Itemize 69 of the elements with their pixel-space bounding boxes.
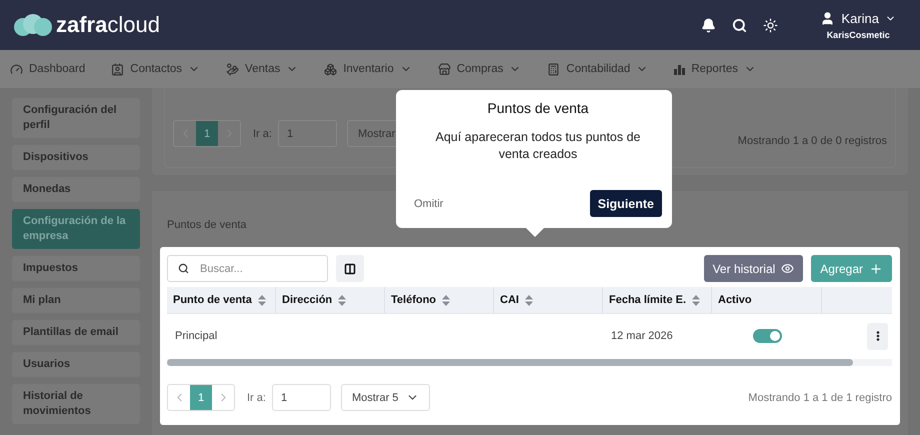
column-header[interactable]: Fecha límite E.	[603, 287, 712, 314]
sidebar-item[interactable]: Configuración de la empresa	[12, 209, 140, 249]
columns-button[interactable]	[336, 255, 364, 282]
go-to-label: Ir a:	[247, 392, 266, 404]
contacts-icon	[111, 62, 124, 76]
user-name[interactable]: Karina	[841, 10, 879, 26]
notification-bell-icon[interactable]	[701, 18, 716, 32]
plus-icon	[869, 262, 883, 276]
cloud-logo-icon	[14, 14, 52, 36]
inventory-icon	[324, 62, 338, 76]
sales-icon	[226, 62, 240, 76]
sort-icon[interactable]	[692, 294, 700, 306]
horizontal-scrollbar[interactable]	[167, 359, 853, 366]
table-cell-text: Principal	[174, 329, 218, 344]
nav-menu-item[interactable]: Contabilidad	[547, 62, 674, 76]
columns-icon	[344, 262, 356, 274]
history-button[interactable]: Ver historial	[704, 255, 804, 282]
column-header[interactable]: Punto de venta	[167, 287, 276, 314]
sidebar-item[interactable]: Historial de movimientos	[12, 384, 140, 424]
column-header[interactable]: Dirección	[276, 287, 385, 314]
dashboard-icon	[10, 62, 23, 76]
sidebar-item[interactable]: Plantillas de email	[12, 320, 140, 345]
go-to-page-field[interactable]: 1	[278, 120, 337, 147]
sidebar-item[interactable]: Impuestos	[12, 256, 140, 281]
company-name: KarisCosmetic	[826, 30, 890, 40]
eye-icon	[781, 262, 794, 275]
popover-text: Aquí apareceran todos tus puntos de venta creados	[434, 129, 642, 163]
logo-text: zafracloud	[56, 12, 160, 38]
popover-title: Puntos de venta	[487, 100, 589, 116]
active-toggle[interactable]	[752, 329, 782, 343]
sidebar-item[interactable]: Mi plan	[12, 288, 140, 313]
page-number-button[interactable]: 1	[190, 385, 212, 410]
column-header[interactable]: Teléfono	[385, 287, 494, 314]
bar-chart-icon	[674, 64, 686, 74]
nav-menu-item[interactable]: Ventas	[226, 62, 324, 76]
add-button[interactable]: Agregar	[811, 255, 892, 282]
nav-menu-item[interactable]: Inventario	[324, 62, 438, 76]
sidebar-item[interactable]: Monedas	[12, 177, 140, 202]
purchases-icon	[438, 62, 451, 76]
column-header: Activo	[712, 287, 822, 314]
sort-icon[interactable]	[258, 294, 266, 306]
go-to-page-field[interactable]: 1	[272, 384, 331, 411]
section-title: Puntos de venta	[167, 219, 247, 231]
nav-menu-item[interactable]: Contactos	[111, 62, 226, 76]
user-icon[interactable]	[820, 10, 836, 26]
sort-icon[interactable]	[338, 294, 346, 306]
sidebar-item[interactable]: Configuración del perfil	[12, 98, 140, 138]
page-size-dropdown[interactable]: Mostrar 5	[340, 384, 430, 411]
nav-menu-item[interactable]: Reportes	[674, 63, 782, 75]
skip-button[interactable]: Omitir	[414, 198, 444, 210]
nav-menu-item[interactable]: Compras	[438, 62, 548, 76]
sort-icon[interactable]	[442, 294, 450, 306]
column-header[interactable]: CAI	[494, 287, 603, 314]
sidebar-item[interactable]: Usuarios	[12, 352, 140, 377]
search-icon	[178, 263, 189, 274]
sun-icon[interactable]	[763, 18, 778, 32]
table-cell-text: 12 mar 2026	[610, 329, 674, 344]
search-icon[interactable]	[732, 18, 748, 32]
sidebar-item[interactable]: Dispositivos	[12, 145, 140, 170]
nav-menu-item[interactable]: Dashboard	[10, 62, 112, 76]
sort-icon[interactable]	[524, 294, 533, 306]
more-options-button[interactable]	[867, 322, 888, 350]
next-button[interactable]: Siguiente	[590, 190, 662, 217]
page-number-button[interactable]: 1	[196, 121, 218, 146]
search-field[interactable]: Buscar...	[167, 255, 328, 282]
records-summary: Mostrando 1 a 0 de 0 registros	[738, 135, 887, 147]
go-to-label: Ir a:	[253, 128, 272, 140]
records-summary: Mostrando 1 a 1 de 1 registro	[748, 392, 892, 404]
accounting-icon	[547, 62, 560, 76]
